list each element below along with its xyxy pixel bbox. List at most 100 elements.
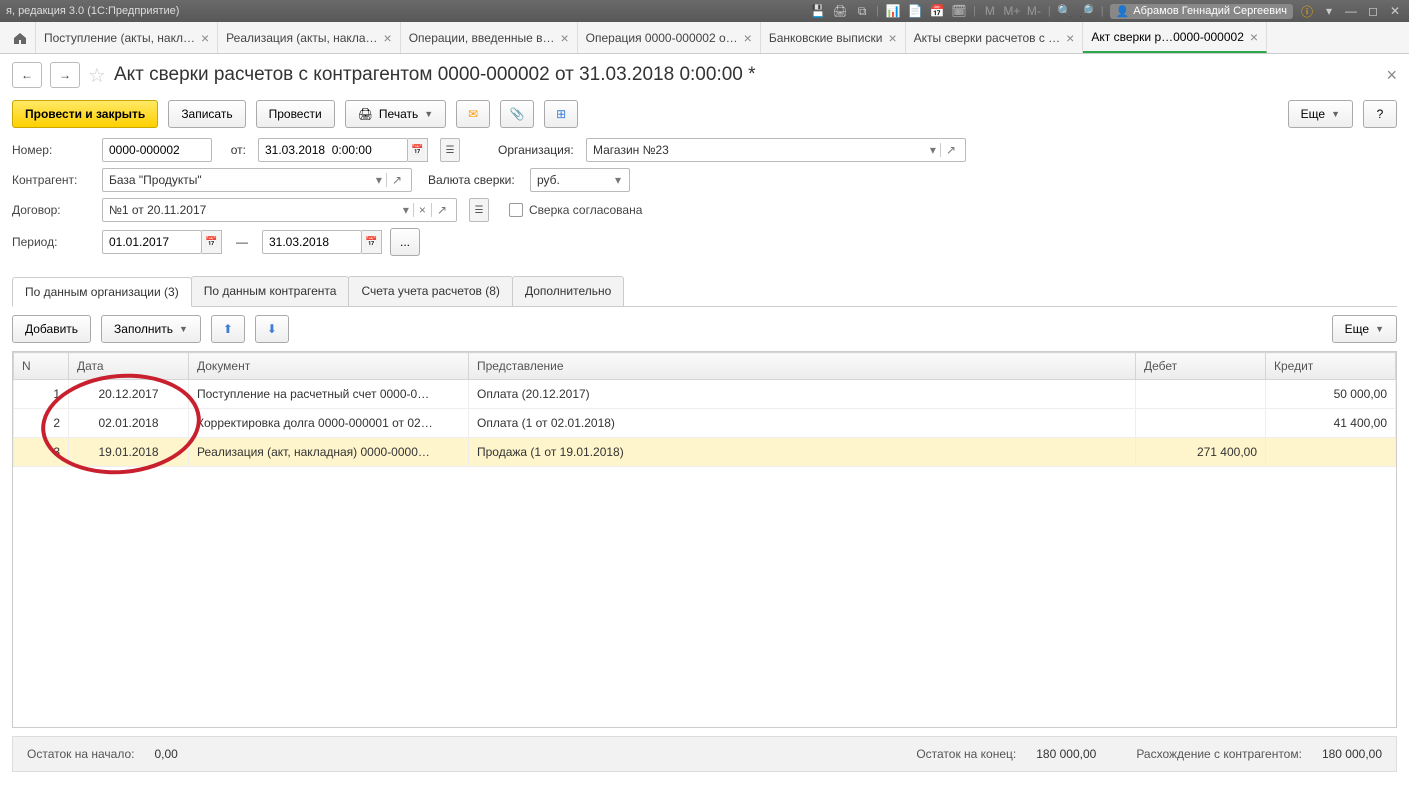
org-select[interactable]: Магазин №23 ▾ ↗ xyxy=(586,138,966,162)
table-row[interactable]: 202.01.2018Корректировка долга 0000-0000… xyxy=(14,409,1396,438)
table-row[interactable]: 319.01.2018Реализация (акт, накладная) 0… xyxy=(14,438,1396,467)
cell[interactable] xyxy=(1136,380,1266,409)
contract-extra-button[interactable]: ☰ xyxy=(469,198,489,222)
cell[interactable]: Реализация (акт, накладная) 0000-0000… xyxy=(189,438,469,467)
cell[interactable]: 3 xyxy=(14,438,69,467)
table-row[interactable]: 120.12.2017Поступление на расчетный счет… xyxy=(14,380,1396,409)
save-icon[interactable]: 💾 xyxy=(810,3,826,19)
close-icon[interactable]: × xyxy=(744,30,752,46)
chevron-down-icon[interactable]: ▾ xyxy=(926,143,940,157)
chevron-down-icon[interactable]: ▾ xyxy=(372,173,386,187)
calendar2-icon[interactable]: 🗓 xyxy=(951,3,967,19)
calendar-icon[interactable]: 📅 xyxy=(929,3,945,19)
cell[interactable]: Оплата (1 от 02.01.2018) xyxy=(469,409,1136,438)
col-rep-header[interactable]: Представление xyxy=(469,353,1136,380)
cell[interactable]: Оплата (20.12.2017) xyxy=(469,380,1136,409)
cell[interactable]: Корректировка долга 0000-000001 от 02… xyxy=(189,409,469,438)
email-button[interactable]: ✉ xyxy=(456,100,490,128)
cell[interactable]: 1 xyxy=(14,380,69,409)
chevron-down-icon[interactable]: ▾ xyxy=(611,173,625,187)
move-up-button[interactable]: ⬆ xyxy=(211,315,245,343)
fill-button[interactable]: Заполнить ▼ xyxy=(101,315,201,343)
cell[interactable]: Продажа (1 от 19.01.2018) xyxy=(469,438,1136,467)
doc-icon[interactable]: 📄 xyxy=(907,3,923,19)
number-input[interactable] xyxy=(102,138,212,162)
structure-button[interactable]: ⊞ xyxy=(544,100,578,128)
tab-2[interactable]: Операции, введенные в…× xyxy=(401,22,578,53)
add-button[interactable]: Добавить xyxy=(12,315,91,343)
nav-forward-button[interactable]: → xyxy=(50,62,80,88)
print-button[interactable]: 🖨 Печать ▼ xyxy=(345,100,446,128)
write-button[interactable]: Записать xyxy=(168,100,245,128)
tab-4[interactable]: Банковские выписки× xyxy=(761,22,906,53)
home-tab[interactable] xyxy=(4,22,36,53)
minimize-icon[interactable]: — xyxy=(1343,3,1359,19)
close-icon[interactable]: × xyxy=(1250,29,1258,45)
attach-button[interactable]: 📎 xyxy=(500,100,534,128)
open-icon[interactable]: ↗ xyxy=(940,143,961,157)
col-deb-header[interactable]: Дебет xyxy=(1136,353,1266,380)
cell[interactable]: 2 xyxy=(14,409,69,438)
cell[interactable]: 19.01.2018 xyxy=(69,438,189,467)
calc-icon[interactable]: 📊 xyxy=(885,3,901,19)
close-icon[interactable]: × xyxy=(560,30,568,46)
dropdown-icon[interactable]: ▾ xyxy=(1321,3,1337,19)
inner-tab-1[interactable]: По данным контрагента xyxy=(191,276,350,306)
tab-1[interactable]: Реализация (акты, накла…× xyxy=(218,22,401,53)
m-minus-icon[interactable]: M- xyxy=(1026,3,1042,19)
post-and-close-button[interactable]: Провести и закрыть xyxy=(12,100,158,128)
clear-icon[interactable]: × xyxy=(413,203,431,217)
cell[interactable]: Поступление на расчетный счет 0000-0… xyxy=(189,380,469,409)
col-doc-header[interactable]: Документ xyxy=(189,353,469,380)
col-n-header[interactable]: N xyxy=(14,353,69,380)
close-icon[interactable]: × xyxy=(384,30,392,46)
open-icon[interactable]: ↗ xyxy=(431,203,452,217)
close-icon[interactable]: × xyxy=(201,30,209,46)
zoom-in-icon[interactable]: 🔍 xyxy=(1057,3,1073,19)
close-icon[interactable]: × xyxy=(888,30,896,46)
cell[interactable]: 41 400,00 xyxy=(1266,409,1396,438)
compare-icon[interactable]: ⧉ xyxy=(854,3,870,19)
calendar-button[interactable]: 📅 xyxy=(408,138,428,162)
inner-tab-0[interactable]: По данным организации (3) xyxy=(12,277,192,307)
table-more-button[interactable]: Еще ▼ xyxy=(1332,315,1397,343)
currency-select[interactable]: руб. ▾ xyxy=(530,168,630,192)
maximize-icon[interactable]: ◻ xyxy=(1365,3,1381,19)
chevron-down-icon[interactable]: ▾ xyxy=(399,203,413,217)
partner-select[interactable]: База "Продукты" ▾ ↗ xyxy=(102,168,412,192)
nav-back-button[interactable]: ← xyxy=(12,62,42,88)
post-button[interactable]: Провести xyxy=(256,100,335,128)
date-extra-button[interactable]: ☰ xyxy=(440,138,460,162)
m-icon[interactable]: M xyxy=(982,3,998,19)
cell[interactable]: 271 400,00 xyxy=(1136,438,1266,467)
close-icon[interactable]: × xyxy=(1066,30,1074,46)
cell[interactable] xyxy=(1136,409,1266,438)
info-icon[interactable]: ⓘ xyxy=(1299,3,1315,19)
data-table[interactable]: N Дата Документ Представление Дебет Кред… xyxy=(13,352,1396,467)
col-cred-header[interactable]: Кредит xyxy=(1266,353,1396,380)
cell[interactable] xyxy=(1266,438,1396,467)
agreed-checkbox[interactable]: Сверка согласована xyxy=(509,203,642,217)
print-icon[interactable]: 🖨 xyxy=(832,3,848,19)
close-window-icon[interactable]: ✕ xyxy=(1387,3,1403,19)
contract-select[interactable]: №1 от 20.11.2017 ▾ × ↗ xyxy=(102,198,457,222)
zoom-out-icon[interactable]: 🔎 xyxy=(1079,3,1095,19)
tab-5[interactable]: Акты сверки расчетов с …× xyxy=(906,22,1084,53)
cell[interactable]: 50 000,00 xyxy=(1266,380,1396,409)
period-more-button[interactable]: ... xyxy=(390,228,420,256)
open-icon[interactable]: ↗ xyxy=(386,173,407,187)
inner-tab-2[interactable]: Счета учета расчетов (8) xyxy=(348,276,512,306)
tab-3[interactable]: Операция 0000-000002 о…× xyxy=(578,22,761,53)
period-to-input[interactable] xyxy=(262,230,362,254)
move-down-button[interactable]: ⬇ xyxy=(255,315,289,343)
tab-0[interactable]: Поступление (акты, накл…× xyxy=(36,22,218,53)
calendar-button[interactable]: 📅 xyxy=(202,230,222,254)
cell[interactable]: 20.12.2017 xyxy=(69,380,189,409)
period-from-input[interactable] xyxy=(102,230,202,254)
close-page-icon[interactable]: × xyxy=(1386,65,1397,86)
tab-6[interactable]: Акт сверки р…0000-000002× xyxy=(1083,22,1267,53)
date-input[interactable] xyxy=(258,138,408,162)
inner-tab-3[interactable]: Дополнительно xyxy=(512,276,624,306)
m-plus-icon[interactable]: M+ xyxy=(1004,3,1020,19)
favorite-icon[interactable]: ☆ xyxy=(88,63,106,88)
